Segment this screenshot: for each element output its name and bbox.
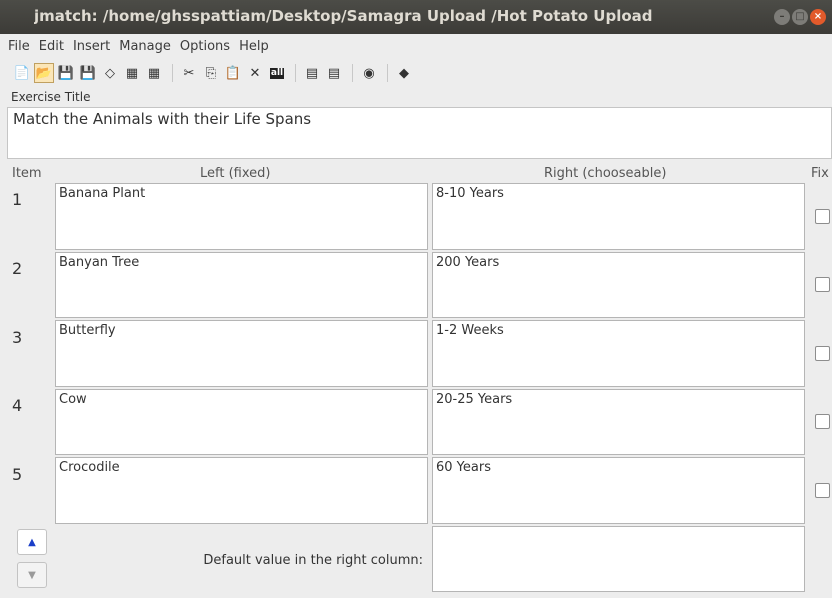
right-item-field[interactable]: 60 Years [432, 457, 805, 524]
toolbar-separator [172, 64, 173, 82]
toolbar-separator [295, 64, 296, 82]
menu-file[interactable]: File [8, 39, 30, 54]
window-title: jmatch: /home/ghsspattiam/Desktop/Samagr… [34, 7, 653, 25]
web-page-dragdrop-button[interactable]: ▦ [144, 63, 164, 83]
toolbar-separator [352, 64, 353, 82]
save-button[interactable]: 💾 [56, 63, 76, 83]
eraser-button[interactable]: ◇ [100, 63, 120, 83]
close-button[interactable]: × [810, 9, 826, 25]
left-item-field[interactable]: Crocodile [55, 457, 428, 524]
delete-icon: ✕ [249, 65, 261, 81]
fix-checkbox[interactable] [815, 346, 830, 361]
left-item-field[interactable]: Banyan Tree [55, 252, 428, 318]
left-item-field[interactable]: Cow [55, 389, 428, 455]
open-folder-icon: 📂 [35, 65, 53, 81]
save-as-button[interactable]: 💾 [78, 63, 98, 83]
select-all-button[interactable]: all [267, 63, 287, 83]
item-column-header: Item [12, 166, 42, 181]
open-folder-button[interactable]: 📂 [34, 63, 54, 83]
left-item-field[interactable]: Banana Plant [55, 183, 428, 250]
fix-checkbox[interactable] [815, 209, 830, 224]
paste-button[interactable]: 📋 [223, 63, 243, 83]
web-page-dragdrop-icon: ▦ [147, 65, 161, 81]
copy-button[interactable]: ⎘ [201, 63, 221, 83]
right-item-field[interactable]: 200 Years [432, 252, 805, 318]
add-pair-button[interactable]: ▤ [302, 63, 322, 83]
remove-pair-icon: ▤ [327, 65, 341, 81]
exercise-title-input[interactable]: Match the Animals with their Life Spans [7, 107, 832, 159]
remove-pair-button[interactable]: ▤ [324, 63, 344, 83]
menu-bar: File Edit Insert Manage Options Help [0, 34, 832, 58]
fix-checkbox[interactable] [815, 483, 830, 498]
arrow-down-icon: ▼ [28, 569, 36, 581]
cut-button[interactable]: ✂ [179, 63, 199, 83]
window-titlebar: jmatch: /home/ghsspattiam/Desktop/Samagr… [0, 0, 832, 34]
delete-button[interactable]: ✕ [245, 63, 265, 83]
menu-options[interactable]: Options [180, 39, 230, 54]
fix-checkbox[interactable] [815, 277, 830, 292]
save-as-icon: 💾 [79, 65, 97, 81]
right-item-field[interactable]: 8-10 Years [432, 183, 805, 250]
fix-checkbox[interactable] [815, 414, 830, 429]
new-file-icon: 📄 [13, 65, 31, 81]
toolbar: 📄 📂 💾 💾 ◇ ▦ ▦ ✂ ⎘ 📋 ✕ all ▤ ▤ ◉ ◆ [0, 58, 832, 88]
fix-column-header: Fix [811, 166, 829, 181]
new-file-button[interactable]: 📄 [12, 63, 32, 83]
web-page-button[interactable]: ▦ [122, 63, 142, 83]
scroll-down-button[interactable]: ▼ [17, 562, 47, 588]
row-number: 2 [12, 259, 23, 278]
row-number: 4 [12, 396, 23, 415]
save-icon: 💾 [57, 65, 75, 81]
row-number: 3 [12, 328, 23, 347]
right-column-header: Right (chooseable) [544, 166, 667, 181]
default-value-field[interactable] [432, 526, 805, 592]
minimize-button[interactable]: – [774, 9, 790, 25]
toolbar-separator [387, 64, 388, 82]
exercise-title-label: Exercise Title [11, 90, 91, 104]
arrow-up-icon: ▲ [28, 536, 36, 548]
eraser-icon: ◇ [105, 65, 115, 81]
config-icon: ◉ [363, 65, 375, 81]
menu-insert[interactable]: Insert [73, 39, 110, 54]
default-value-label: Default value in the right column: [203, 553, 423, 568]
menu-edit[interactable]: Edit [39, 39, 64, 54]
menu-help[interactable]: Help [239, 39, 269, 54]
row-number: 1 [12, 190, 23, 209]
copy-icon: ⎘ [205, 65, 217, 81]
config-button[interactable]: ◉ [359, 63, 379, 83]
right-item-field[interactable]: 20-25 Years [432, 389, 805, 455]
scroll-up-button[interactable]: ▲ [17, 529, 47, 555]
help-button[interactable]: ◆ [394, 63, 414, 83]
left-item-field[interactable]: Butterfly [55, 320, 428, 387]
window-controls: – □ × [774, 9, 826, 25]
cut-icon: ✂ [183, 65, 195, 81]
paste-icon: 📋 [224, 65, 242, 81]
right-item-field[interactable]: 1-2 Weeks [432, 320, 805, 387]
help-icon: ◆ [399, 65, 409, 81]
select-all-icon: all [269, 67, 285, 79]
left-column-header: Left (fixed) [200, 166, 271, 181]
web-page-icon: ▦ [125, 65, 139, 81]
maximize-button[interactable]: □ [792, 9, 808, 25]
row-number: 5 [12, 465, 23, 484]
menu-manage[interactable]: Manage [119, 39, 171, 54]
add-pair-icon: ▤ [305, 65, 319, 81]
